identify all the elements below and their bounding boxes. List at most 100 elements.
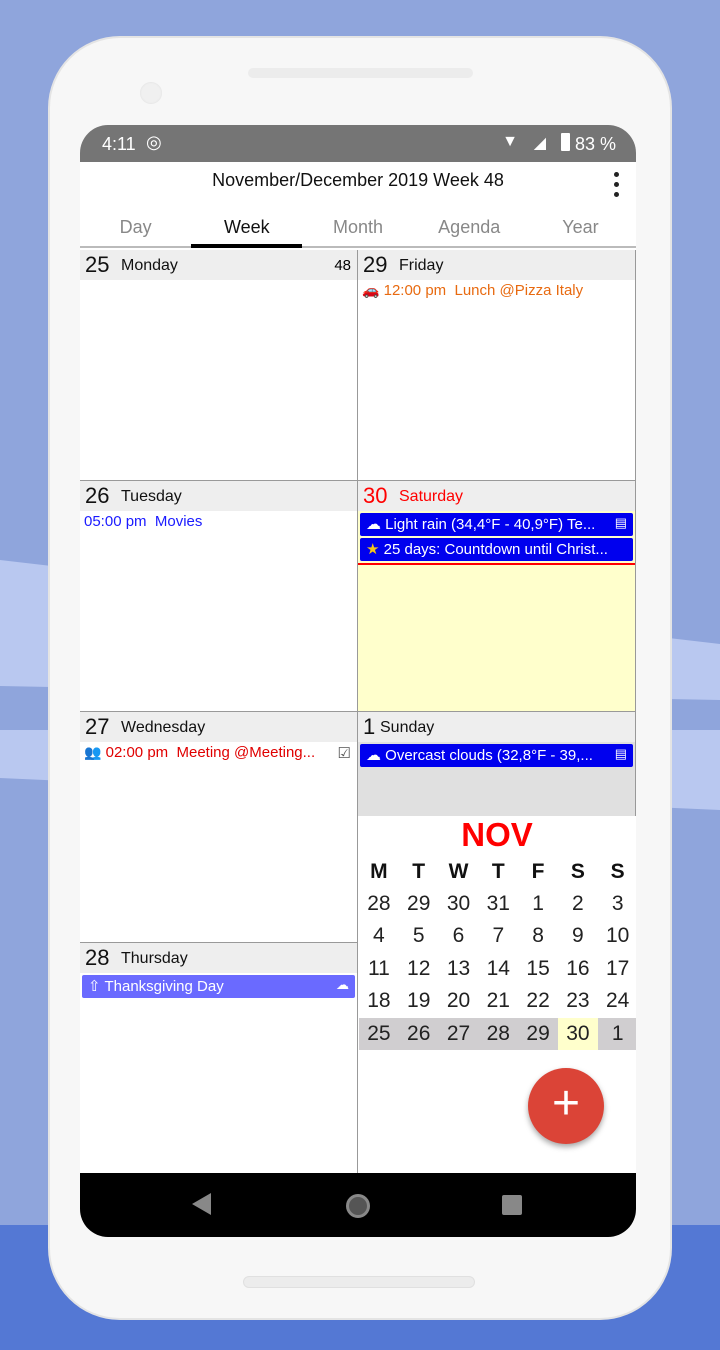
- mini-month-title: NOV: [461, 816, 533, 853]
- all-day-event[interactable]: ☁ Light rain (34,4°F - 40,9°F) Te... ▤: [360, 513, 633, 536]
- more-vert-icon[interactable]: [610, 170, 622, 200]
- event-item[interactable]: 05:00 pm Movies: [80, 511, 357, 532]
- mini-day[interactable]: 22: [518, 985, 558, 1017]
- event-title: Lunch @Pizza Italy: [454, 282, 584, 299]
- people-icon: 👥: [84, 744, 102, 760]
- view-tabs: Day Week Month Agenda Year: [80, 210, 636, 248]
- mini-day[interactable]: 18: [359, 985, 399, 1017]
- all-day-event[interactable]: ☁ Overcast clouds (32,8°F - 39,... ▤: [360, 744, 633, 767]
- mini-day[interactable]: 21: [478, 985, 518, 1017]
- day-header: 26 Tuesday: [80, 481, 357, 511]
- day-name: Saturday: [399, 488, 464, 505]
- mini-day[interactable]: 13: [439, 953, 479, 985]
- sync-icon: ◎: [146, 132, 162, 152]
- rain-icon: ☁: [366, 516, 381, 533]
- day-cell-wednesday[interactable]: 27 Wednesday 👥 02:00 pm Meeting @Meeting..…: [80, 712, 358, 943]
- event-item[interactable]: 👥 02:00 pm Meeting @Meeting... ☑: [80, 742, 357, 763]
- mini-day[interactable]: 20: [439, 985, 479, 1017]
- event-title: Meeting @Meeting...: [176, 744, 316, 761]
- mini-day[interactable]: 17: [598, 953, 636, 985]
- mini-day[interactable]: 30: [557, 1017, 598, 1050]
- mini-day[interactable]: 28: [359, 888, 399, 920]
- mini-day[interactable]: 4: [359, 920, 399, 952]
- mini-day[interactable]: 16: [558, 953, 598, 985]
- mini-day[interactable]: 1: [598, 1018, 636, 1050]
- mini-day[interactable]: 27: [439, 1018, 479, 1050]
- mini-day[interactable]: 5: [399, 920, 439, 952]
- event-title: Overcast clouds (32,8°F - 39,...: [385, 747, 593, 764]
- mini-day[interactable]: 29: [399, 888, 439, 920]
- mini-day[interactable]: 2: [558, 888, 598, 920]
- notes-icon: ▤: [614, 515, 627, 530]
- page-title: November/December 2019 Week 48: [212, 170, 504, 190]
- weekday-label: M: [370, 860, 388, 883]
- mini-day[interactable]: 7: [478, 920, 518, 952]
- phone-chin: [243, 1276, 475, 1288]
- mini-day[interactable]: 15: [518, 953, 558, 985]
- tab-day[interactable]: Day: [80, 210, 191, 246]
- event-title: Movies: [154, 513, 203, 530]
- weekday-header-row: M TWT F S S: [359, 856, 636, 888]
- tab-year[interactable]: Year: [525, 210, 636, 246]
- mini-day[interactable]: 8: [518, 920, 558, 952]
- event-time: 05:00 pm: [84, 513, 147, 530]
- tab-week[interactable]: Week: [191, 210, 303, 248]
- day-header: 1 Sunday: [358, 712, 635, 742]
- home-icon[interactable]: [346, 1194, 370, 1218]
- mini-day[interactable]: 12: [399, 953, 439, 985]
- mini-day[interactable]: 3: [598, 888, 636, 920]
- day-cell-monday[interactable]: 25 Monday 48: [80, 250, 358, 481]
- event-time: 12:00 pm: [383, 282, 447, 299]
- day-number: 29: [363, 252, 388, 277]
- mini-month-calendar[interactable]: NOV M T W T F S S 28 29 30 31 1 2 3 4 5 6 7 8 9 10 11 12 13 14 15…: [358, 816, 636, 1050]
- event-item[interactable]: 🚗 12:00 pm Lunch @Pizza Italy: [358, 280, 635, 301]
- cloud-sync-icon: ☁: [336, 977, 349, 992]
- weekday-label: S: [610, 860, 625, 883]
- mini-day[interactable]: 9: [558, 920, 598, 952]
- battery-charging-icon: [561, 133, 570, 151]
- day-cell-thursday[interactable]: 28 Thursday ⇧ Thanksgiving Day ☁: [80, 943, 358, 1174]
- day-name: Monday: [121, 257, 178, 274]
- star-icon: ★: [366, 541, 380, 558]
- back-icon[interactable]: [192, 1193, 211, 1215]
- status-bar: 4:11 ◎ ▼ ◢ 83 %: [80, 125, 636, 162]
- current-time-line: [358, 563, 635, 565]
- mini-day[interactable]: 11: [359, 953, 399, 985]
- mini-day[interactable]: 28: [478, 1018, 518, 1050]
- event-title: Thanksgiving Day: [104, 978, 224, 995]
- mini-week-row: 4 5 6 7 8 9 10: [359, 920, 636, 952]
- mini-day[interactable]: 6: [439, 920, 479, 952]
- mini-day[interactable]: 10: [598, 920, 636, 952]
- add-event-button[interactable]: +: [528, 1068, 604, 1144]
- mini-day[interactable]: 30: [439, 888, 479, 920]
- day-header: 28 Thursday: [80, 943, 357, 973]
- day-number: 28: [85, 945, 110, 970]
- mini-day[interactable]: 1: [518, 888, 558, 920]
- day-cell-tuesday[interactable]: 26 Tuesday 05:00 pm Movies: [80, 481, 358, 712]
- day-header: 29 Friday: [358, 250, 635, 280]
- day-cell-saturday[interactable]: 30 Saturday ☁ Light rain (34,4°F - 40,9°F)…: [358, 481, 636, 712]
- mini-day[interactable]: 26: [399, 1018, 439, 1050]
- day-cell-friday[interactable]: 29 Friday 🚗 12:00 pm Lunch @Pizza Italy: [358, 250, 636, 481]
- tab-month[interactable]: Month: [302, 210, 413, 246]
- mini-day[interactable]: 14: [478, 953, 518, 985]
- event-title: Light rain (34,4°F - 40,9°F) Te...: [385, 516, 596, 533]
- mini-day[interactable]: 25: [359, 1018, 399, 1050]
- weekday-label: T: [412, 860, 426, 883]
- event-time: 02:00 pm: [105, 744, 169, 761]
- cloud-icon: ☁: [366, 747, 381, 764]
- mini-day[interactable]: 31: [478, 888, 518, 920]
- day-name: Friday: [399, 257, 444, 274]
- all-day-event[interactable]: ★ 25 days: Countdown until Christ...: [360, 538, 633, 561]
- recents-icon[interactable]: [502, 1195, 522, 1215]
- mini-day[interactable]: 29: [518, 1018, 558, 1050]
- mini-day[interactable]: 24: [598, 985, 636, 1017]
- mini-day[interactable]: 19: [399, 985, 439, 1017]
- mini-week-row: 11 12 13 14 15 16 17: [359, 953, 636, 985]
- weekday-label: F: [531, 860, 545, 883]
- day-header: 30 Saturday: [358, 481, 635, 511]
- all-day-event[interactable]: ⇧ Thanksgiving Day ☁: [82, 975, 355, 998]
- tab-agenda[interactable]: Agenda: [414, 210, 525, 246]
- car-icon: 🚗: [362, 282, 380, 298]
- mini-day[interactable]: 23: [558, 985, 598, 1017]
